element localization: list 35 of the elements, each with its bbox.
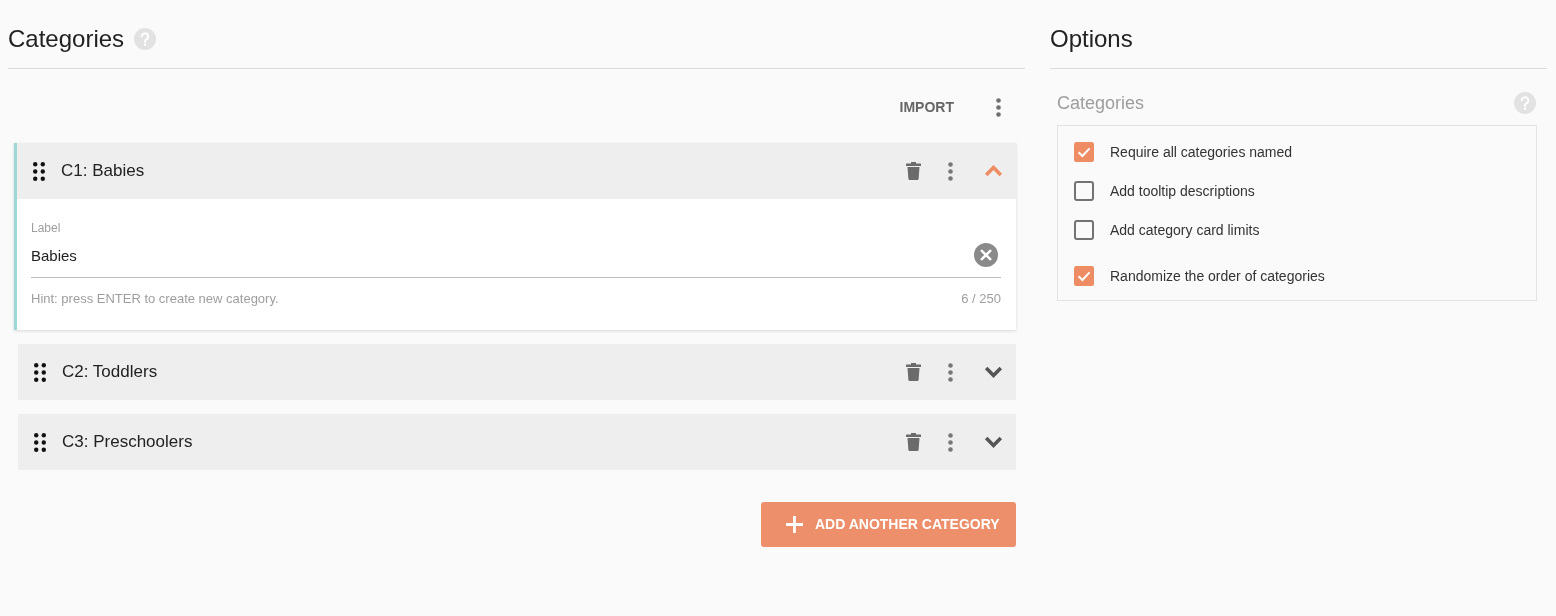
panel-title: Categories — [8, 24, 125, 53]
drag-handle-icon[interactable] — [34, 432, 46, 452]
field-label: Label — [31, 221, 62, 235]
checkbox[interactable] — [1074, 265, 1094, 286]
trash-icon[interactable] — [906, 433, 921, 451]
menu-dots-icon[interactable] — [948, 432, 953, 452]
drag-handle-icon[interactable] — [33, 161, 45, 181]
import-button[interactable]: IMPORT — [891, 89, 962, 125]
drag-handle-icon[interactable] — [34, 362, 46, 382]
option-label[interactable]: Add category card limits — [1110, 220, 1260, 239]
hint-text: Hint: press ENTER to create new category. — [31, 291, 279, 307]
category-header[interactable]: C3: Preschoolers — [18, 414, 1016, 470]
trash-icon[interactable] — [906, 162, 921, 180]
category-header[interactable]: C2: Toddlers — [18, 344, 1016, 400]
chevron-down-icon[interactable] — [984, 436, 1003, 448]
category-title: C1: Babies — [61, 160, 145, 183]
checkbox[interactable] — [1074, 180, 1094, 201]
option-label[interactable]: Require all categories named — [1110, 142, 1293, 161]
menu-dots-icon[interactable] — [948, 362, 953, 382]
plus-icon — [786, 516, 803, 533]
checkbox[interactable] — [1074, 141, 1094, 162]
character-counter: 6 / 250 — [961, 291, 1001, 307]
category-title: C2: Toddlers — [62, 361, 158, 384]
chevron-down-icon[interactable] — [984, 366, 1003, 378]
section-title: Categories — [1057, 92, 1145, 114]
option-label[interactable]: Randomize the order of categories — [1110, 266, 1325, 285]
category-header[interactable]: C1: Babies — [17, 143, 1016, 199]
menu-dots-icon[interactable] — [948, 161, 953, 181]
trash-icon[interactable] — [906, 363, 921, 381]
option-label[interactable]: Add tooltip descriptions — [1110, 181, 1255, 200]
panel-title: Options — [1050, 24, 1133, 53]
clear-icon[interactable] — [974, 243, 998, 267]
category-title: C3: Preschoolers — [62, 431, 193, 454]
menu-dots-icon[interactable] — [996, 97, 1001, 117]
checkbox[interactable] — [1074, 219, 1094, 240]
